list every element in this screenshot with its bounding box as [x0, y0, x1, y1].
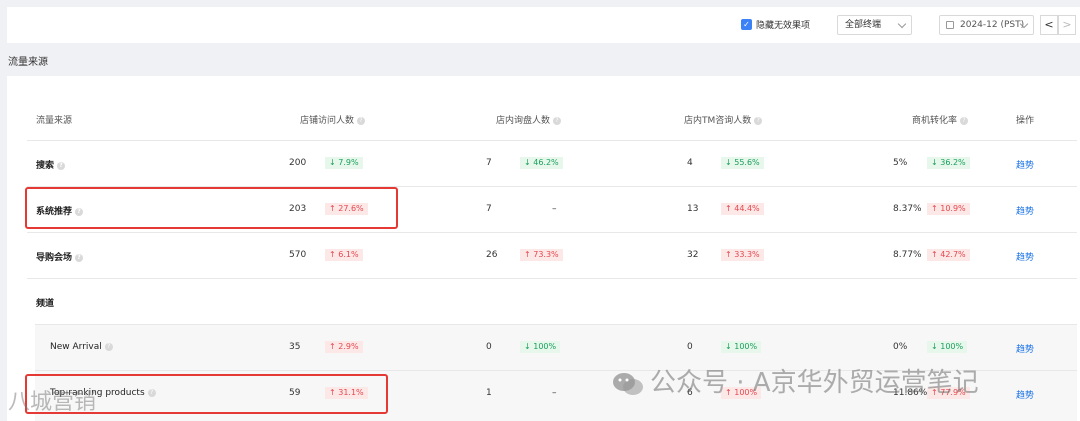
trend-link[interactable]: 趋势 [1016, 342, 1034, 355]
tm-value: 13 [687, 204, 699, 214]
toolbar [7, 7, 1080, 43]
help-icon[interactable]: ? [57, 161, 66, 170]
col-header-visits: 店铺访问人数? [300, 113, 366, 126]
trend-link[interactable]: 趋势 [1016, 204, 1034, 217]
section-title: 流量来源 [8, 57, 48, 68]
watermark-left: 八城营销 [8, 390, 97, 415]
help-icon[interactable]: ? [960, 116, 969, 125]
tm-value: 4 [687, 158, 693, 168]
visits-change-badge: ↓ 7.9% [325, 157, 363, 169]
inquiries-value: 26 [486, 250, 498, 260]
terminal-select-value: 全部终端 [845, 20, 882, 30]
prev-month-button[interactable]: < [1040, 15, 1058, 35]
chevron-down-icon [897, 19, 907, 29]
inquiries-change-empty: – [552, 388, 557, 398]
hide-invalid-checkbox[interactable]: ✓ [741, 19, 752, 30]
tm-change-badge: ↓ 100% [721, 341, 762, 353]
inquiries-change-badge: ↓ 46.2% [520, 157, 563, 169]
tm-change-badge: ↑ 33.3% [721, 249, 764, 261]
rate-change-badge: ↑ 42.7% [927, 249, 970, 261]
rate-change-badge: ↓ 36.2% [927, 157, 970, 169]
tm-change-badge: ↑ 44.4% [721, 203, 764, 215]
date-picker-value: 2024-12 (PST) [960, 20, 1025, 30]
date-picker[interactable]: 2024-12 (PST) [939, 15, 1034, 35]
trend-link[interactable]: 趋势 [1016, 158, 1034, 171]
col-header-action: 操作 [1016, 116, 1035, 126]
rate-value: 8.37% [893, 204, 922, 214]
help-icon[interactable]: ? [104, 342, 113, 351]
col-header-inquiries: 店内询盘人数? [496, 113, 562, 126]
watermark: 公众号 · A京华外贸运营笔记 [612, 362, 979, 399]
visits-change-badge: ↑ 2.9% [325, 341, 363, 353]
inquiries-value: 0 [486, 342, 492, 352]
group-label: 频道 [36, 299, 55, 309]
inquiries-change-badge: ↓ 100% [520, 341, 561, 353]
calendar-icon [946, 21, 954, 29]
terminal-select[interactable]: 全部终端 [837, 15, 912, 35]
inquiries-change-empty: – [552, 204, 557, 214]
inquiries-value: 7 [486, 204, 492, 214]
visits-change-badge: ↑ 6.1% [325, 249, 363, 261]
help-icon[interactable]: ? [754, 116, 763, 125]
row-label: 导购会场? [36, 250, 84, 263]
rate-value: 8.77% [893, 250, 922, 260]
inquiries-value: 7 [486, 158, 492, 168]
highlight-box [25, 187, 398, 229]
visits-value: 200 [289, 158, 307, 168]
trend-link[interactable]: 趋势 [1016, 250, 1034, 263]
col-header-rate: 商机转化率? [912, 113, 969, 126]
rate-change-badge: ↑ 10.9% [927, 203, 970, 215]
visits-value: 35 [289, 342, 301, 352]
next-month-button[interactable]: > [1058, 15, 1076, 35]
table-row [27, 278, 1077, 324]
inquiries-value: 1 [486, 388, 492, 398]
wechat-icon [613, 372, 643, 395]
inquiries-change-badge: ↑ 73.3% [520, 249, 563, 261]
tm-change-badge: ↓ 55.6% [721, 157, 764, 169]
rate-change-badge: ↓ 100% [927, 341, 968, 353]
col-header-source: 流量来源 [36, 116, 73, 126]
trend-link[interactable]: 趋势 [1016, 388, 1034, 401]
tm-value: 32 [687, 250, 699, 260]
visits-value: 570 [289, 250, 307, 260]
help-icon[interactable]: ? [75, 253, 84, 262]
help-icon[interactable]: ? [357, 116, 366, 125]
rate-value: 5% [893, 158, 908, 168]
col-header-tm: 店内TM咨询人数? [684, 113, 763, 126]
hide-invalid-label[interactable]: 隐藏无效果项 [756, 18, 810, 31]
rate-value: 0% [893, 342, 908, 352]
help-icon[interactable]: ? [553, 116, 562, 125]
row-label: 搜索? [36, 158, 66, 171]
tm-value: 0 [687, 342, 693, 352]
row-label: New Arrival? [50, 342, 113, 352]
